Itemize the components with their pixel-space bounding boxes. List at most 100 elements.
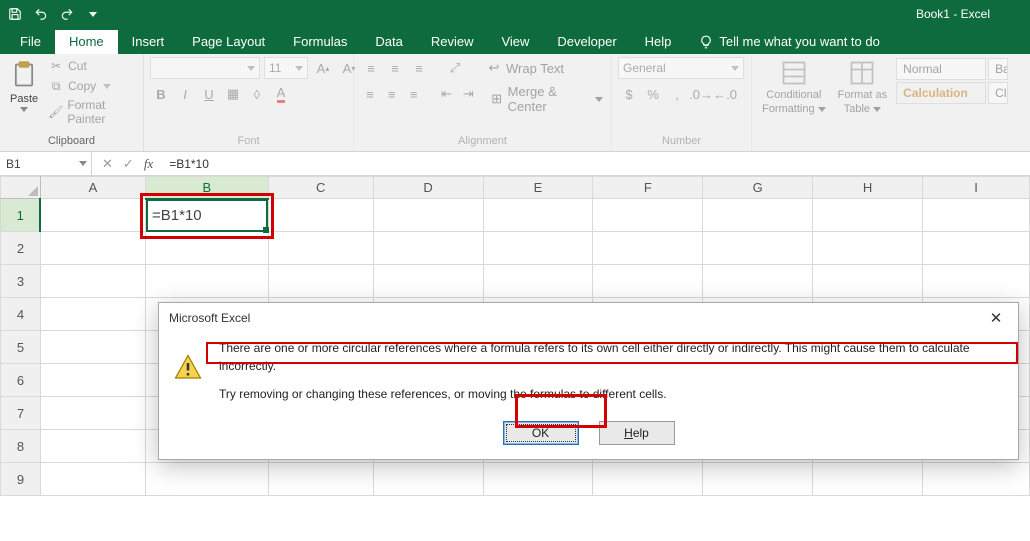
paste-button[interactable]: Paste [6,57,42,114]
tab-developer[interactable]: Developer [543,30,630,54]
name-box[interactable]: B1 [0,152,92,175]
save-icon[interactable] [6,5,24,23]
cell[interactable] [923,265,1030,298]
comma-format-icon[interactable]: , [666,83,688,105]
format-painter-button[interactable]: 🖌Format Painter [46,97,137,127]
italic-button[interactable]: I [174,83,196,105]
cell[interactable] [813,199,923,232]
cell[interactable] [373,463,483,496]
conditional-formatting-button[interactable]: Conditional Formatting [758,57,830,117]
select-all-corner[interactable] [1,177,41,199]
cancel-formula-icon[interactable]: ✕ [102,156,113,172]
enter-formula-icon[interactable]: ✓ [123,156,134,172]
cell[interactable] [268,463,373,496]
tab-help[interactable]: Help [631,30,686,54]
fill-handle[interactable] [263,227,269,233]
font-name-select[interactable] [150,57,260,79]
col-header-f[interactable]: F [593,177,703,199]
active-cell-b1[interactable]: =B1*10 [146,199,268,232]
cell[interactable] [703,265,813,298]
row-header-2[interactable]: 2 [1,232,41,265]
cell[interactable] [923,463,1030,496]
font-color-button[interactable]: A [270,83,292,105]
cell[interactable] [40,364,145,397]
col-header-e[interactable]: E [483,177,593,199]
cell[interactable] [813,232,923,265]
increase-indent-icon[interactable]: ⇥ [458,83,478,105]
number-format-select[interactable]: General [618,57,744,79]
cell[interactable] [703,232,813,265]
tab-page-layout[interactable]: Page Layout [178,30,279,54]
cell[interactable] [373,199,483,232]
col-header-g[interactable]: G [703,177,813,199]
cell[interactable] [483,232,593,265]
row-header-3[interactable]: 3 [1,265,41,298]
row-header-9[interactable]: 9 [1,463,41,496]
underline-button[interactable]: U [198,83,220,105]
cell[interactable] [593,463,703,496]
accounting-format-icon[interactable]: $ [618,83,640,105]
style-check-cell[interactable]: Cl [988,82,1008,104]
style-normal[interactable]: Normal [896,58,986,80]
formula-bar[interactable]: =B1*10 [163,152,1030,175]
cell[interactable] [483,463,593,496]
border-button[interactable]: ▦ [222,83,244,105]
cell[interactable] [40,331,145,364]
row-header-4[interactable]: 4 [1,298,41,331]
font-size-select[interactable]: 11 [264,57,308,79]
tab-data[interactable]: Data [361,30,416,54]
cell[interactable] [145,265,268,298]
percent-format-icon[interactable]: % [642,83,664,105]
cell[interactable] [268,199,373,232]
cell[interactable] [40,463,145,496]
cell[interactable] [40,430,145,463]
format-as-table-button[interactable]: Format as Table [834,57,892,117]
wrap-text-button[interactable]: ↩Wrap Text [484,57,566,79]
row-header-8[interactable]: 8 [1,430,41,463]
style-calculation[interactable]: Calculation [896,82,986,104]
redo-icon[interactable] [58,5,76,23]
qat-customize-icon[interactable] [84,5,102,23]
bold-button[interactable]: B [150,83,172,105]
cell[interactable] [703,199,813,232]
tell-me[interactable]: Tell me what you want to do [685,30,893,54]
tab-insert[interactable]: Insert [118,30,179,54]
copy-button[interactable]: ⧉Copy [46,77,137,95]
tab-view[interactable]: View [487,30,543,54]
cell[interactable] [40,199,145,232]
cell[interactable] [40,298,145,331]
align-left-icon[interactable]: ≡ [360,83,380,105]
col-header-d[interactable]: D [373,177,483,199]
cell[interactable] [593,265,703,298]
cell[interactable] [923,232,1030,265]
align-center-icon[interactable]: ≡ [382,83,402,105]
merge-center-button[interactable]: ⊞Merge & Center [488,83,605,115]
cell[interactable] [923,199,1030,232]
style-bad[interactable]: Ba [988,58,1008,80]
decrease-font-icon[interactable]: A▾ [338,57,360,79]
cell[interactable] [40,265,145,298]
cell[interactable] [268,265,373,298]
align-bottom-icon[interactable]: ≡ [408,57,430,79]
cell[interactable] [40,397,145,430]
row-header-7[interactable]: 7 [1,397,41,430]
row-header-1[interactable]: 1 [1,199,41,232]
cell-styles-gallery[interactable]: Normal Ba Calculation Cl [895,57,1009,105]
orientation-icon[interactable]: ⤢ [444,57,466,79]
cell[interactable] [813,463,923,496]
decrease-decimal-icon[interactable]: ←.0 [714,83,736,105]
col-header-h[interactable]: H [813,177,923,199]
cell[interactable] [483,199,593,232]
close-icon[interactable]: ✕ [982,307,1010,329]
tab-home[interactable]: Home [55,30,118,54]
tab-review[interactable]: Review [417,30,488,54]
cell[interactable] [40,232,145,265]
fx-icon[interactable]: fx [144,156,153,172]
cell[interactable] [373,265,483,298]
decrease-indent-icon[interactable]: ⇤ [437,83,457,105]
col-header-i[interactable]: I [923,177,1030,199]
col-header-b[interactable]: B [145,177,268,199]
cell[interactable] [703,463,813,496]
cell[interactable] [813,265,923,298]
col-header-c[interactable]: C [268,177,373,199]
